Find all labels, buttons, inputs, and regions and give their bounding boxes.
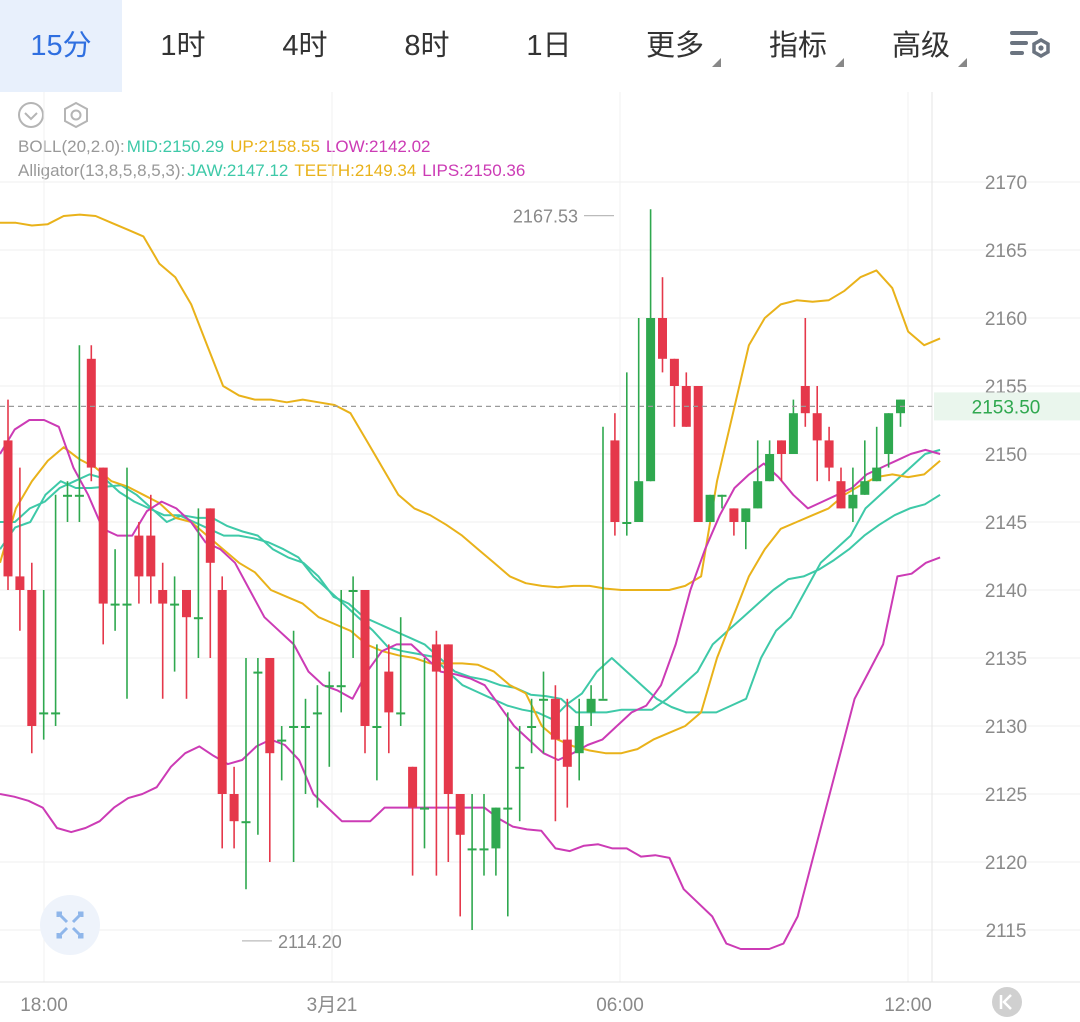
candle-body: [301, 726, 310, 728]
candle-body: [74, 494, 84, 497]
candlestick-chart[interactable]: 2170216521602155215021452140213521302125…: [0, 0, 1080, 1022]
boll-upper-line: [0, 213, 941, 591]
candle-body: [360, 590, 370, 726]
candle-body: [622, 522, 632, 524]
candle-body: [63, 494, 72, 497]
candle-body: [658, 318, 667, 359]
candle-body: [229, 794, 239, 822]
candle-body: [122, 603, 132, 606]
min-price-label: 2114.20: [278, 932, 342, 952]
candle-body: [884, 413, 894, 454]
x-tick-label: 06:00: [596, 995, 644, 1016]
candle-body: [574, 726, 584, 754]
candle-body: [39, 712, 49, 715]
y-tick-label: 2170: [985, 173, 1027, 194]
candle-body: [586, 698, 596, 713]
y-tick-label: 2125: [985, 785, 1027, 806]
y-tick-label: 2160: [985, 309, 1027, 330]
candle-body: [479, 848, 489, 851]
candle-body: [777, 440, 786, 454]
candle-body: [741, 508, 751, 522]
candle-body: [27, 590, 37, 726]
candle-body: [800, 386, 810, 414]
candle-body: [491, 807, 501, 849]
candle-body: [182, 590, 191, 618]
candle-body: [146, 535, 156, 577]
candle-body: [431, 644, 441, 672]
candle-body: [610, 440, 620, 522]
y-tick-label: 2150: [985, 445, 1027, 466]
candle-body: [562, 739, 572, 767]
max-price-label: 2167.53: [513, 207, 578, 227]
candle-body: [384, 671, 394, 713]
candle-body: [277, 739, 287, 742]
candle-body: [872, 467, 882, 482]
candle-body: [443, 644, 453, 794]
candle-body: [598, 698, 608, 701]
x-tick-label: 18:00: [20, 995, 68, 1016]
candle-body: [729, 508, 739, 522]
candle-body: [241, 821, 251, 824]
y-tick-label: 2140: [985, 581, 1027, 602]
y-tick-label: 2135: [985, 649, 1027, 670]
candle-body: [51, 712, 61, 715]
candle-body: [848, 494, 858, 509]
candle-body: [15, 576, 25, 590]
candle-body: [408, 766, 418, 808]
current-price-label: 2153.50: [972, 397, 1041, 418]
candle-body: [98, 467, 108, 604]
candle-body: [860, 481, 870, 495]
candle-body: [289, 726, 299, 728]
fullscreen-button[interactable]: [40, 895, 100, 955]
boll-lower-line: [0, 556, 941, 950]
candle-body: [788, 413, 798, 454]
candle-body: [396, 712, 406, 715]
y-tick-label: 2130: [985, 717, 1027, 738]
y-tick-label: 2165: [985, 241, 1027, 262]
candle-body: [705, 494, 715, 522]
candle-body: [134, 535, 144, 577]
candle-body: [205, 508, 215, 563]
candle-body: [455, 794, 465, 835]
y-tick-label: 2120: [985, 853, 1027, 874]
candle-body: [646, 318, 656, 482]
candle-body: [753, 481, 763, 509]
candle-body: [158, 590, 168, 604]
candle-body: [110, 603, 120, 606]
candle-body: [420, 807, 429, 810]
candle-body: [824, 440, 834, 468]
candle-body: [634, 481, 644, 522]
candle-body: [253, 671, 263, 674]
candle-body: [217, 590, 227, 794]
candle-body: [527, 726, 537, 728]
y-tick-label: 2115: [986, 921, 1027, 942]
candle-body: [812, 413, 822, 441]
candle-body: [503, 807, 513, 810]
candle-body: [336, 685, 346, 688]
candle-body: [170, 603, 180, 606]
candle-body: [836, 481, 846, 509]
candle-body: [193, 617, 203, 620]
candle-body: [312, 712, 322, 715]
expand-icon: [56, 911, 84, 939]
candle-body: [265, 658, 275, 754]
y-tick-label: 2145: [985, 513, 1027, 534]
candle-body: [348, 590, 358, 592]
candle-body: [539, 698, 548, 701]
candle-body: [467, 848, 477, 851]
candle-body: [372, 726, 382, 728]
x-tick-label: 3月21: [307, 995, 358, 1016]
candle-body: [515, 766, 525, 769]
candle-body: [717, 494, 727, 497]
candle-body: [669, 358, 679, 386]
candle-body: [550, 698, 560, 740]
candle-body: [86, 358, 96, 468]
candle-body: [765, 454, 775, 482]
candle-body: [324, 685, 334, 688]
candle-body: [3, 440, 13, 577]
scroll-to-latest-icon[interactable]: [990, 985, 1024, 1019]
x-tick-label: 12:00: [884, 995, 932, 1016]
